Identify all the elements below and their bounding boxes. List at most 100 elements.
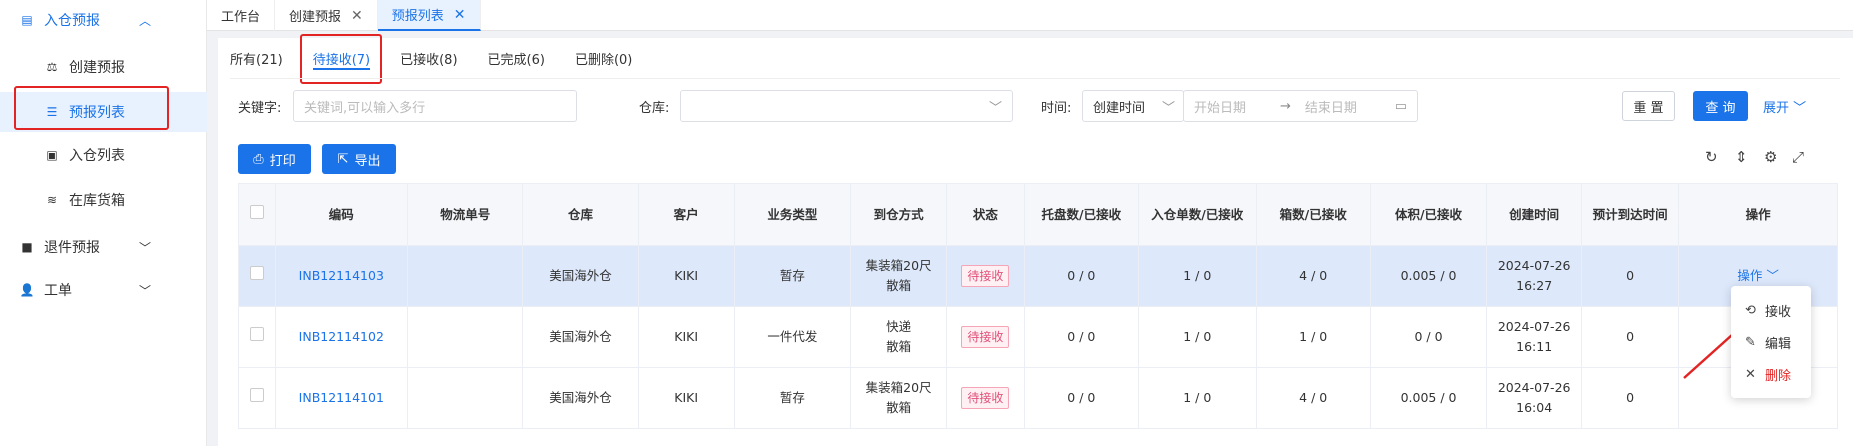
time-type-select[interactable]: 创建时间 ﹀ — [1082, 90, 1184, 122]
tab-label: 工作台 — [221, 10, 261, 25]
sidebar-group-inbound[interactable]: ▤ 入仓预报 ︿ — [0, 0, 207, 40]
export-button[interactable]: ⇱ 导出 — [322, 144, 396, 174]
query-label: 查 询 — [1705, 100, 1736, 116]
print-button[interactable]: ⎙ 打印 — [238, 144, 311, 174]
receive-icon: ⟲ — [1745, 302, 1756, 318]
status-tab-completed[interactable]: 已完成(6) — [488, 38, 545, 78]
biz-type-cell: 暂存 — [733, 245, 852, 307]
date-range-picker[interactable]: 开始日期 → 结束日期 ▭ — [1183, 90, 1418, 122]
user-icon: 👤 — [19, 283, 35, 297]
sidebar-item-stock-boxes[interactable]: ≋ 在库货箱 — [0, 180, 207, 220]
boxes-cell: 4 / 0 — [1255, 367, 1371, 429]
arrow-right-icon: → — [1280, 98, 1291, 114]
header-cell: 箱数/已接收 — [1255, 183, 1371, 246]
status-tab-label: 已接收(8) — [400, 52, 458, 68]
delete-menu-item[interactable]: ✕ 删除 — [1731, 358, 1811, 390]
tab-forecast-list[interactable]: 预报列表 ✕ — [377, 0, 481, 31]
edit-label: 编辑 — [1765, 336, 1792, 352]
arrival-method-line: 集装箱20尺 — [865, 380, 932, 395]
eta-cell: 0 — [1581, 367, 1680, 429]
tracking-cell — [407, 367, 524, 429]
close-icon: ✕ — [1745, 366, 1756, 382]
table-row[interactable]: INB12114103 美国海外仓 KIKI 暂存 集装箱20尺 散箱 待接收 0… — [238, 245, 1838, 307]
action-label: 操作 — [1737, 268, 1763, 283]
code-link[interactable]: INB12114102 — [299, 329, 384, 344]
checkbox[interactable] — [249, 388, 264, 402]
header-select-all[interactable] — [238, 183, 276, 246]
sidebar-item-label: 预报列表 — [69, 105, 125, 121]
edit-menu-item[interactable]: ✎ 编辑 — [1731, 326, 1811, 358]
sidebar-item-forecast-list[interactable]: ☰ 预报列表 — [0, 92, 207, 132]
sidebar-group-return[interactable]: ■ 退件预报 ﹀ — [0, 227, 207, 267]
expand-label: 展开 — [1763, 101, 1790, 116]
refresh-icon[interactable]: ↻ — [1705, 148, 1718, 166]
code-link[interactable]: INB12114103 — [299, 268, 384, 283]
header-cell: 创建时间 — [1486, 183, 1583, 246]
document-icon: ▤ — [21, 13, 33, 27]
status-tab-label: 所有(21) — [230, 52, 283, 68]
status-tab-label: 待接收(7) — [312, 52, 371, 68]
sidebar-item-label: 入仓列表 — [69, 148, 125, 164]
expand-toggle[interactable]: 展开 ﹀ — [1763, 97, 1806, 116]
orders-cell: 1 / 0 — [1137, 306, 1257, 368]
chevron-down-icon: ﹀ — [1766, 268, 1779, 283]
receive-menu-item[interactable]: ⟲ 接收 — [1731, 294, 1811, 326]
arrival-method-line: 散箱 — [886, 339, 912, 354]
tracking-cell — [407, 245, 524, 307]
checkbox[interactable] — [249, 204, 264, 219]
keyword-input[interactable]: 关键词,可以输入多行 — [293, 90, 577, 122]
tab-label: 预报列表 — [391, 9, 444, 24]
code-link[interactable]: INB12114101 — [299, 390, 384, 405]
header-cell: 编码 — [274, 183, 409, 246]
sidebar-item-label: 在库货箱 — [69, 193, 125, 209]
status-badge: 待接收 — [961, 265, 1010, 287]
sidebar-item-create-forecast[interactable]: ⚖ 创建预报 — [0, 47, 207, 87]
created-time-cell: 2024-07-26 16:27 — [1486, 245, 1583, 307]
calendar-icon: ▭ — [1394, 98, 1407, 114]
time-label: 时间: — [1041, 101, 1072, 116]
chevron-down-icon: ﹀ — [138, 283, 151, 298]
stack-icon: ≋ — [46, 193, 58, 207]
tab-workbench[interactable]: 工作台 — [207, 0, 276, 31]
customer-cell: KIKI — [637, 367, 735, 429]
table-row[interactable]: INB12114102 美国海外仓 KIKI 一件代发 快递 散箱 待接收 0 /… — [238, 306, 1838, 368]
column-height-icon[interactable]: ⇕ — [1735, 148, 1748, 166]
delete-label: 删除 — [1765, 368, 1792, 384]
action-dropdown-trigger[interactable]: 操作 ﹀ — [1737, 268, 1779, 283]
header-cell: 到仓方式 — [850, 183, 948, 246]
close-icon[interactable]: ✕ — [454, 7, 466, 23]
box-icon: ▣ — [46, 148, 58, 162]
list-icon: ☰ — [46, 105, 58, 119]
settings-icon[interactable]: ⚙ — [1764, 148, 1777, 166]
table-row[interactable]: INB12114101 美国海外仓 KIKI 暂存 集装箱20尺 散箱 待接收 0… — [238, 367, 1838, 429]
checkbox[interactable] — [249, 266, 264, 280]
divider — [230, 78, 1840, 79]
reset-button[interactable]: 重 置 — [1622, 91, 1675, 121]
biz-type-cell: 暂存 — [733, 367, 852, 429]
arrival-method-line: 快递 — [886, 319, 912, 334]
sidebar-item-inbound-list[interactable]: ▣ 入仓列表 — [0, 135, 207, 175]
status-tab-all[interactable]: 所有(21) — [230, 38, 283, 78]
created-date: 2024-07-26 — [1497, 319, 1571, 334]
tab-bar: 工作台 创建预报 ✕ 预报列表 ✕ — [207, 0, 1853, 31]
time-type-value: 创建时间 — [1093, 100, 1146, 116]
customer-cell: KIKI — [637, 306, 735, 368]
warehouse-select[interactable]: ﹀ — [680, 90, 1013, 122]
query-button[interactable]: 查 询 — [1693, 91, 1748, 121]
sidebar-group-ticket[interactable]: 👤 工单 ﹀ — [0, 270, 207, 310]
fullscreen-icon[interactable]: ⤢ — [1792, 148, 1804, 166]
volume-cell: 0.005 / 0 — [1369, 367, 1488, 429]
pallets-cell: 0 / 0 — [1023, 245, 1139, 307]
status-tab-received[interactable]: 已接收(8) — [400, 38, 457, 78]
tab-create-forecast[interactable]: 创建预报 ✕ — [275, 0, 378, 31]
close-icon[interactable]: ✕ — [351, 8, 363, 24]
status-tab-deleted[interactable]: 已删除(0) — [575, 38, 632, 78]
start-date-placeholder: 开始日期 — [1194, 100, 1247, 116]
sidebar-item-label: 创建预报 — [69, 60, 125, 76]
status-tab-pending[interactable]: 待接收(7) — [312, 38, 371, 78]
chevron-up-icon: ︿ — [138, 13, 151, 28]
forecast-table: 编码 物流单号 仓库 客户 业务类型 到仓方式 状态 托盘数/已接收 入仓单数/… — [238, 183, 1838, 429]
status-badge: 待接收 — [961, 326, 1010, 348]
printer-icon: ⎙ — [253, 151, 264, 167]
checkbox[interactable] — [249, 327, 264, 341]
